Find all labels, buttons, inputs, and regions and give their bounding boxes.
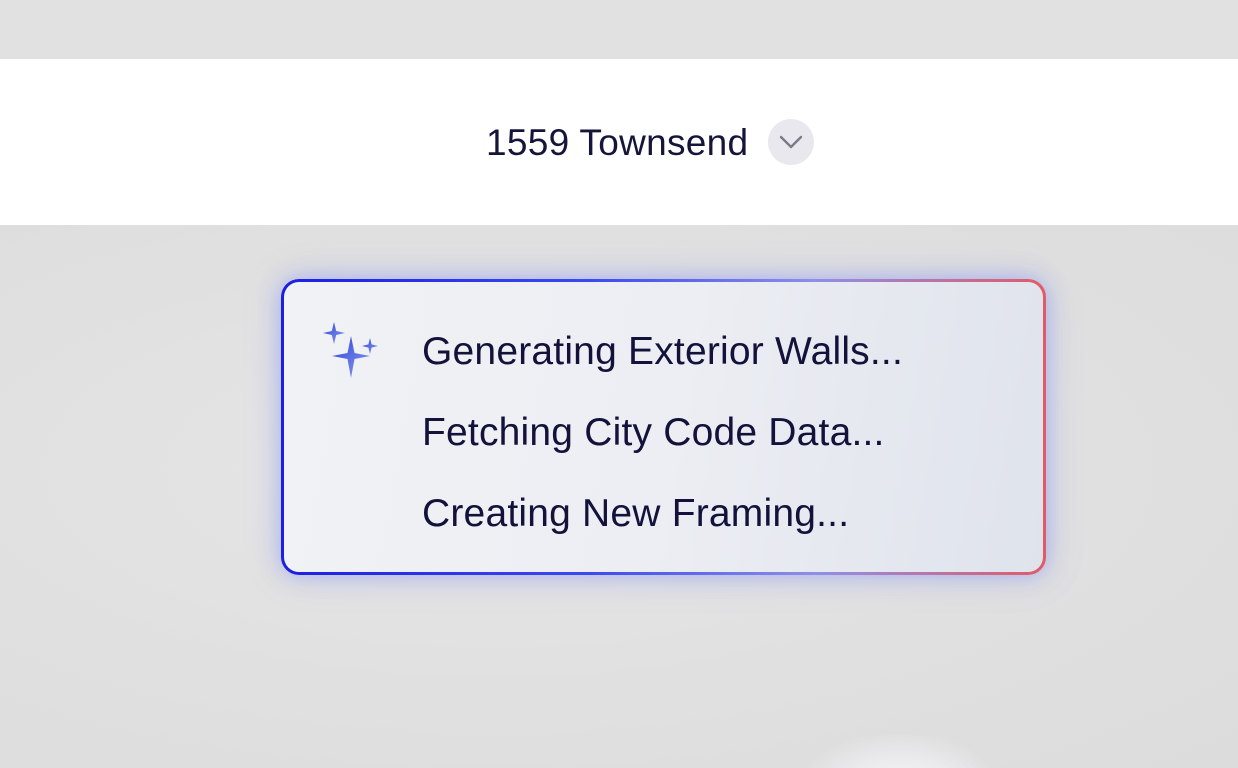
- status-item-exterior-walls: Generating Exterior Walls...: [422, 330, 903, 373]
- project-name: 1559 Townsend: [486, 121, 749, 163]
- status-item-city-code-data: Fetching City Code Data...: [422, 411, 885, 454]
- status-item-new-framing: Creating New Framing...: [422, 492, 850, 535]
- chevron-down-icon[interactable]: [768, 119, 815, 165]
- top-strip: [0, 0, 1238, 59]
- project-selector[interactable]: 1559 Townsend: [486, 116, 815, 168]
- status-panel: Generating Exterior Walls... Fetching Ci…: [281, 279, 1046, 575]
- status-panel-body: Generating Exterior Walls... Fetching Ci…: [284, 282, 1043, 572]
- sparkle-icon: [320, 320, 380, 384]
- app-window: 1559 Townsend Generating Exterior Walls.…: [0, 0, 1238, 768]
